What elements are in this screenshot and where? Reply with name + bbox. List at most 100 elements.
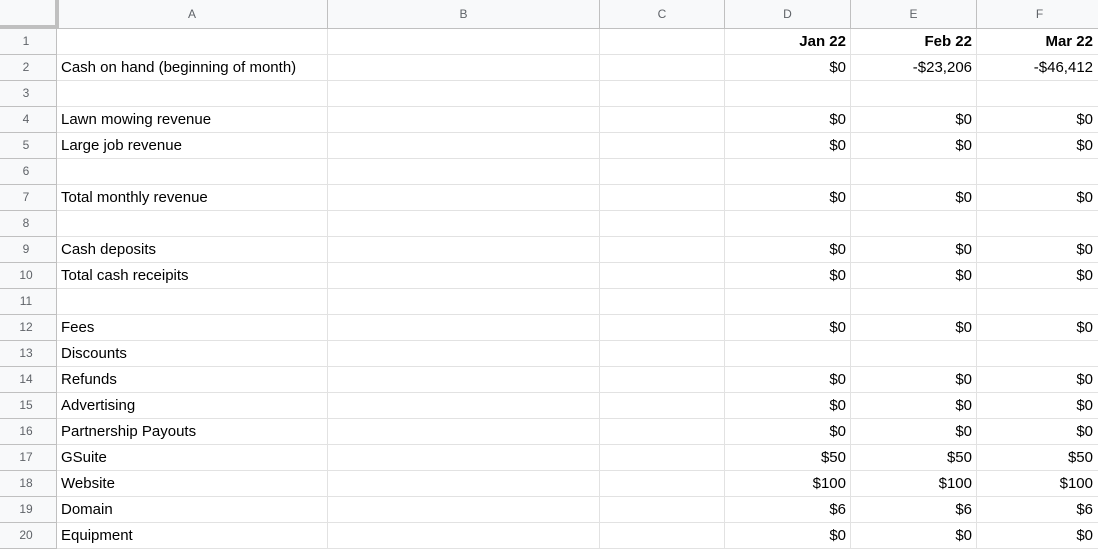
cell-f[interactable]: $100 — [977, 471, 1098, 497]
cell-c[interactable] — [600, 81, 725, 107]
cell-f[interactable]: $0 — [977, 523, 1098, 549]
cell-d[interactable]: $100 — [725, 471, 851, 497]
row-header[interactable]: 11 — [0, 289, 57, 315]
cell-f[interactable]: $0 — [977, 315, 1098, 341]
cell-b[interactable] — [328, 315, 600, 341]
column-header-f[interactable]: F — [977, 0, 1098, 28]
cell-e[interactable]: Feb 22 — [851, 29, 977, 55]
cell-a[interactable]: Discounts — [57, 341, 328, 367]
cell-b[interactable] — [328, 341, 600, 367]
row-header[interactable]: 20 — [0, 523, 57, 549]
row-header[interactable]: 14 — [0, 367, 57, 393]
cell-a[interactable]: Lawn mowing revenue — [57, 107, 328, 133]
cell-b[interactable] — [328, 497, 600, 523]
row-header[interactable]: 10 — [0, 263, 57, 289]
cell-e[interactable]: $100 — [851, 471, 977, 497]
cell-d[interactable]: $0 — [725, 315, 851, 341]
cell-f[interactable] — [977, 341, 1098, 367]
cell-a[interactable] — [57, 29, 328, 55]
cell-b[interactable] — [328, 237, 600, 263]
cell-d[interactable]: $50 — [725, 445, 851, 471]
cell-d[interactable]: $0 — [725, 133, 851, 159]
cell-b[interactable] — [328, 55, 600, 81]
cell-c[interactable] — [600, 237, 725, 263]
cell-b[interactable] — [328, 445, 600, 471]
cell-e[interactable]: $0 — [851, 263, 977, 289]
cell-a[interactable]: Website — [57, 471, 328, 497]
cell-a[interactable]: Fees — [57, 315, 328, 341]
cell-a[interactable]: Equipment — [57, 523, 328, 549]
cell-e[interactable]: $0 — [851, 237, 977, 263]
row-header[interactable]: 17 — [0, 445, 57, 471]
row-header[interactable]: 3 — [0, 81, 57, 107]
cell-d[interactable]: Jan 22 — [725, 29, 851, 55]
cell-c[interactable] — [600, 393, 725, 419]
cell-f[interactable]: $0 — [977, 237, 1098, 263]
cell-c[interactable] — [600, 445, 725, 471]
column-header-e[interactable]: E — [851, 0, 977, 28]
cell-c[interactable] — [600, 185, 725, 211]
cell-b[interactable] — [328, 107, 600, 133]
cell-c[interactable] — [600, 263, 725, 289]
cell-c[interactable] — [600, 55, 725, 81]
cell-a[interactable] — [57, 159, 328, 185]
cell-a[interactable] — [57, 81, 328, 107]
cell-c[interactable] — [600, 133, 725, 159]
cell-b[interactable] — [328, 263, 600, 289]
cell-c[interactable] — [600, 341, 725, 367]
cell-d[interactable]: $0 — [725, 393, 851, 419]
cell-c[interactable] — [600, 211, 725, 237]
column-header-b[interactable]: B — [328, 0, 600, 28]
cell-e[interactable] — [851, 341, 977, 367]
cell-f[interactable]: $0 — [977, 263, 1098, 289]
row-header[interactable]: 9 — [0, 237, 57, 263]
cell-f[interactable]: $0 — [977, 107, 1098, 133]
cell-d[interactable]: $0 — [725, 419, 851, 445]
row-header[interactable]: 2 — [0, 55, 57, 81]
cell-b[interactable] — [328, 29, 600, 55]
cell-a[interactable]: Large job revenue — [57, 133, 328, 159]
row-header[interactable]: 15 — [0, 393, 57, 419]
cell-e[interactable]: $6 — [851, 497, 977, 523]
row-header[interactable]: 7 — [0, 185, 57, 211]
cell-b[interactable] — [328, 211, 600, 237]
column-header-c[interactable]: C — [600, 0, 725, 28]
cell-f[interactable]: -$46,412 — [977, 55, 1098, 81]
row-header[interactable]: 6 — [0, 159, 57, 185]
cell-e[interactable] — [851, 211, 977, 237]
cell-b[interactable] — [328, 159, 600, 185]
cell-e[interactable]: $0 — [851, 367, 977, 393]
cell-e[interactable]: -$23,206 — [851, 55, 977, 81]
cell-e[interactable]: $0 — [851, 393, 977, 419]
cell-d[interactable] — [725, 159, 851, 185]
cell-a[interactable]: Advertising — [57, 393, 328, 419]
cell-e[interactable]: $0 — [851, 419, 977, 445]
cell-a[interactable]: Domain — [57, 497, 328, 523]
row-header[interactable]: 16 — [0, 419, 57, 445]
cell-b[interactable] — [328, 367, 600, 393]
cell-c[interactable] — [600, 315, 725, 341]
cell-a[interactable] — [57, 289, 328, 315]
cell-f[interactable]: $0 — [977, 367, 1098, 393]
cell-a[interactable]: Total monthly revenue — [57, 185, 328, 211]
cell-f[interactable] — [977, 289, 1098, 315]
cell-d[interactable]: $0 — [725, 367, 851, 393]
cell-c[interactable] — [600, 471, 725, 497]
cell-e[interactable]: $0 — [851, 185, 977, 211]
cell-e[interactable] — [851, 289, 977, 315]
cell-b[interactable] — [328, 185, 600, 211]
cell-c[interactable] — [600, 29, 725, 55]
cell-d[interactable]: $6 — [725, 497, 851, 523]
cell-d[interactable]: $0 — [725, 185, 851, 211]
cell-a[interactable]: Refunds — [57, 367, 328, 393]
cell-d[interactable] — [725, 289, 851, 315]
cell-a[interactable]: Cash on hand (beginning of month) — [57, 55, 328, 81]
cell-d[interactable] — [725, 211, 851, 237]
cell-b[interactable] — [328, 289, 600, 315]
select-all-corner[interactable] — [0, 0, 59, 29]
cell-e[interactable]: $0 — [851, 107, 977, 133]
cell-f[interactable]: $0 — [977, 185, 1098, 211]
cell-e[interactable] — [851, 81, 977, 107]
cell-d[interactable]: $0 — [725, 523, 851, 549]
cell-c[interactable] — [600, 497, 725, 523]
